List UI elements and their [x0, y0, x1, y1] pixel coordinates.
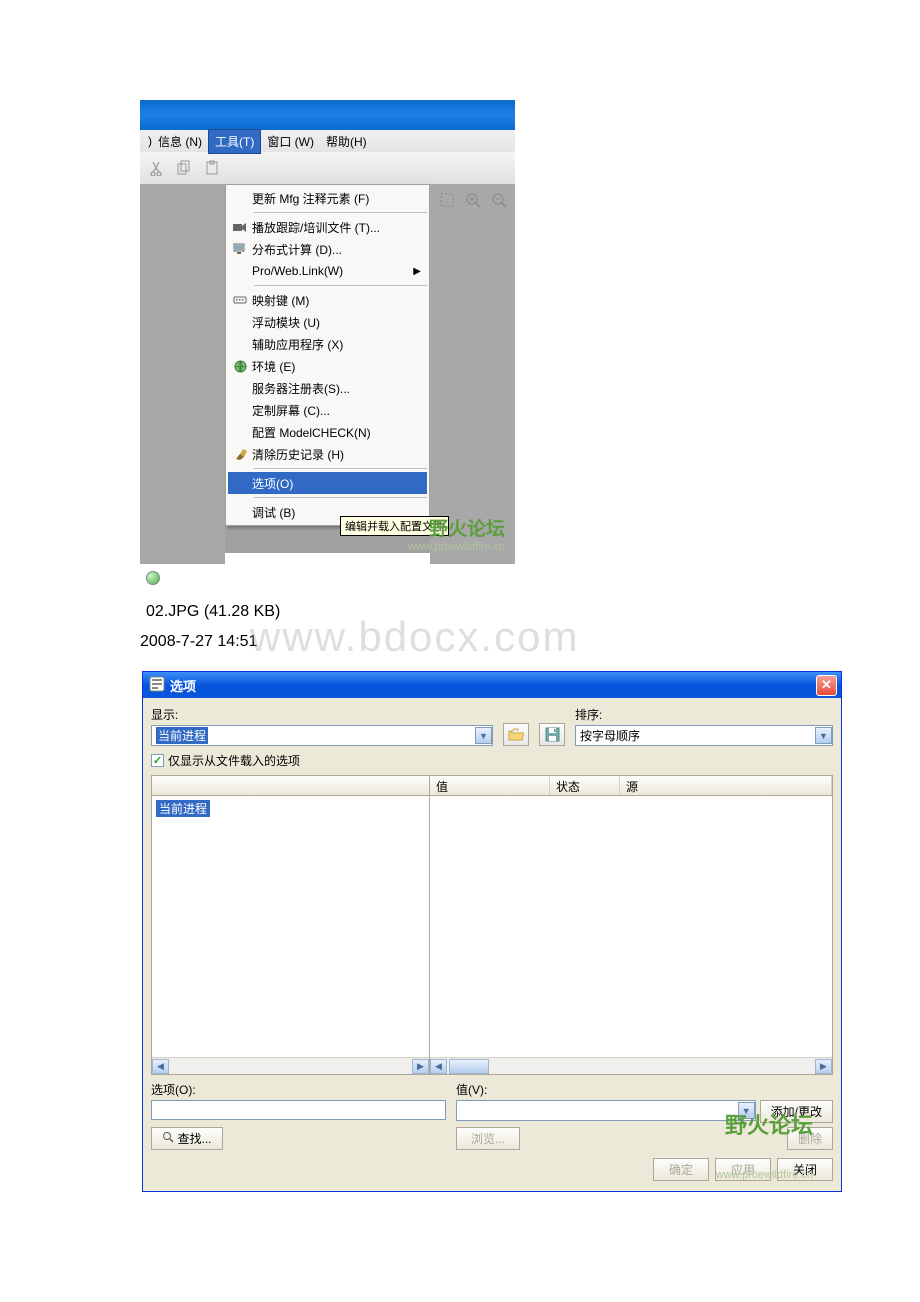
- browse-button[interactable]: 浏览...: [456, 1127, 520, 1150]
- scroll-left-icon[interactable]: ◀: [430, 1059, 447, 1074]
- scroll-left-icon[interactable]: ◀: [152, 1059, 169, 1074]
- close-button[interactable]: ✕: [816, 675, 837, 696]
- menu-weblink[interactable]: Pro/Web.Link(W) ▶: [228, 260, 427, 282]
- file-timestamp: 2008-7-27 14:51 www.bdocx.com: [140, 633, 920, 651]
- left-panel-gray: [140, 184, 225, 564]
- menubar: ) 信息 (N) 工具(T) 窗口 (W) 帮助(H): [140, 130, 515, 152]
- toolbar: [140, 152, 515, 184]
- dropdown-arrow-icon[interactable]: ▼: [475, 727, 492, 744]
- globe-icon: [228, 360, 252, 373]
- tree-left-panel: 当前进程 ◀ ▶: [152, 776, 430, 1074]
- menu-server-reg[interactable]: 服务器注册表(S)...: [228, 377, 427, 399]
- col-status[interactable]: 状态: [550, 776, 620, 795]
- camera-icon: [228, 222, 252, 233]
- col-source[interactable]: 源: [620, 776, 832, 795]
- checkbox-icon: ✓: [151, 754, 164, 767]
- sort-value: 按字母顺序: [580, 727, 640, 744]
- show-label: 显示:: [151, 706, 493, 723]
- right-panel-gray: [430, 184, 515, 564]
- sort-label: 排序:: [575, 706, 833, 723]
- menu-distributed[interactable]: 分布式计算 (D)...: [228, 238, 427, 260]
- dialog-icon: [149, 676, 165, 695]
- refit-icon[interactable]: [437, 190, 457, 210]
- col-value[interactable]: 值: [430, 776, 550, 795]
- menu-separator: [254, 285, 427, 286]
- tree-node-current[interactable]: 当前进程: [156, 800, 210, 817]
- checkbox-label: 仅显示从文件载入的选项: [168, 752, 300, 769]
- window-titlebar: [140, 100, 515, 130]
- magnifier-icon: [162, 1131, 174, 1146]
- options-tree: 当前进程 ◀ ▶ 值 状态 源 ◀: [151, 775, 833, 1075]
- menu-customize-screen[interactable]: 定制屏幕 (C)...: [228, 399, 427, 421]
- zoom-out-icon[interactable]: [489, 190, 509, 210]
- tree-right-content[interactable]: [430, 796, 832, 1057]
- tools-dropdown-menu: 更新 Mfg 注释元素 (F) 播放跟踪/培训文件 (T)... 分布式计算: [225, 184, 430, 526]
- show-value: 当前进程: [156, 727, 208, 744]
- watermark-url: www.proewildfire.cn: [140, 541, 515, 553]
- left-scrollbar[interactable]: ◀ ▶: [152, 1057, 429, 1074]
- menu-update-mfg[interactable]: 更新 Mfg 注释元素 (F): [228, 187, 427, 209]
- dropdown-arrow-icon[interactable]: ▼: [815, 727, 832, 744]
- menu-separator: [254, 468, 427, 469]
- close-x-icon: ✕: [821, 677, 832, 693]
- timestamp-text: 2008-7-27 14:51: [140, 633, 257, 650]
- dialog-watermark-url: www.proewildfire.cn: [716, 1169, 813, 1181]
- value-label: 值(V):: [456, 1081, 833, 1098]
- watermark-bdocx: www.bdocx.com: [250, 613, 579, 661]
- computer-icon: [228, 243, 252, 255]
- menu-help[interactable]: 帮助(H): [320, 130, 373, 153]
- paste-icon[interactable]: [202, 158, 222, 178]
- show-dropdown[interactable]: 当前进程 ▼: [151, 725, 493, 746]
- menu-modelcheck[interactable]: 配置 ModelCHECK(N): [228, 421, 427, 443]
- menu-separator: [254, 212, 427, 213]
- scroll-thumb[interactable]: [449, 1059, 489, 1074]
- menu-play-trail[interactable]: 播放跟踪/培训文件 (T)...: [228, 216, 427, 238]
- option-input[interactable]: [151, 1100, 446, 1120]
- bullet-row: [146, 571, 920, 585]
- menu-environment[interactable]: 环境 (E): [228, 355, 427, 377]
- open-file-button[interactable]: [503, 723, 529, 746]
- scroll-right-icon[interactable]: ▶: [815, 1059, 832, 1074]
- menu-info[interactable]: 信息 (N): [152, 130, 208, 153]
- menu-clear-history[interactable]: 清除历史记录 (H): [228, 443, 427, 465]
- menu-aux-app[interactable]: 辅助应用程序 (X): [228, 333, 427, 355]
- dialog-titlebar: 选项 ✕: [143, 672, 841, 698]
- tree-content[interactable]: 当前进程: [152, 796, 429, 1057]
- ok-button[interactable]: 确定: [653, 1158, 709, 1181]
- menu-tools[interactable]: 工具(T): [208, 129, 261, 154]
- submenu-arrow-icon: ▶: [413, 266, 421, 277]
- bullet-icon: [146, 571, 160, 585]
- tree-columns: 值 状态 源: [430, 776, 832, 796]
- broom-icon: [228, 448, 252, 461]
- dialog-watermark: 野火论坛: [725, 1108, 813, 1140]
- right-scrollbar[interactable]: ◀ ▶: [430, 1057, 832, 1074]
- find-label: 查找...: [177, 1130, 211, 1147]
- sort-dropdown[interactable]: 按字母顺序 ▼: [575, 725, 833, 746]
- cut-icon[interactable]: [146, 158, 166, 178]
- menu-window[interactable]: 窗口 (W): [261, 130, 320, 153]
- value-dropdown[interactable]: ▼: [456, 1100, 756, 1121]
- find-button[interactable]: 查找...: [151, 1127, 223, 1150]
- menu-separator: [254, 497, 427, 498]
- menu-mapkeys[interactable]: 映射键 (M): [228, 289, 427, 311]
- menu-options[interactable]: 选项(O): [228, 472, 427, 494]
- watermark-text: 野火论坛: [140, 514, 515, 541]
- copy-icon[interactable]: [174, 158, 194, 178]
- zoom-in-icon[interactable]: [463, 190, 483, 210]
- screenshot-tools-menu: ) 信息 (N) 工具(T) 窗口 (W) 帮助(H): [140, 100, 515, 553]
- scroll-right-icon[interactable]: ▶: [412, 1059, 429, 1074]
- options-dialog: 选项 ✕ 显示: 当前进程 ▼: [142, 671, 842, 1192]
- file-name: 02.JPG: [146, 603, 199, 620]
- save-button[interactable]: [539, 723, 565, 746]
- menu-float-module[interactable]: 浮动模块 (U): [228, 311, 427, 333]
- option-label: 选项(O):: [151, 1081, 446, 1098]
- dialog-title-text: 选项: [170, 676, 196, 695]
- tree-right-panel: 值 状态 源 ◀ ▶: [430, 776, 832, 1074]
- keyboard-icon: [228, 295, 252, 305]
- tree-left-header: [152, 776, 429, 796]
- show-loaded-checkbox[interactable]: ✓ 仅显示从文件载入的选项: [151, 752, 833, 769]
